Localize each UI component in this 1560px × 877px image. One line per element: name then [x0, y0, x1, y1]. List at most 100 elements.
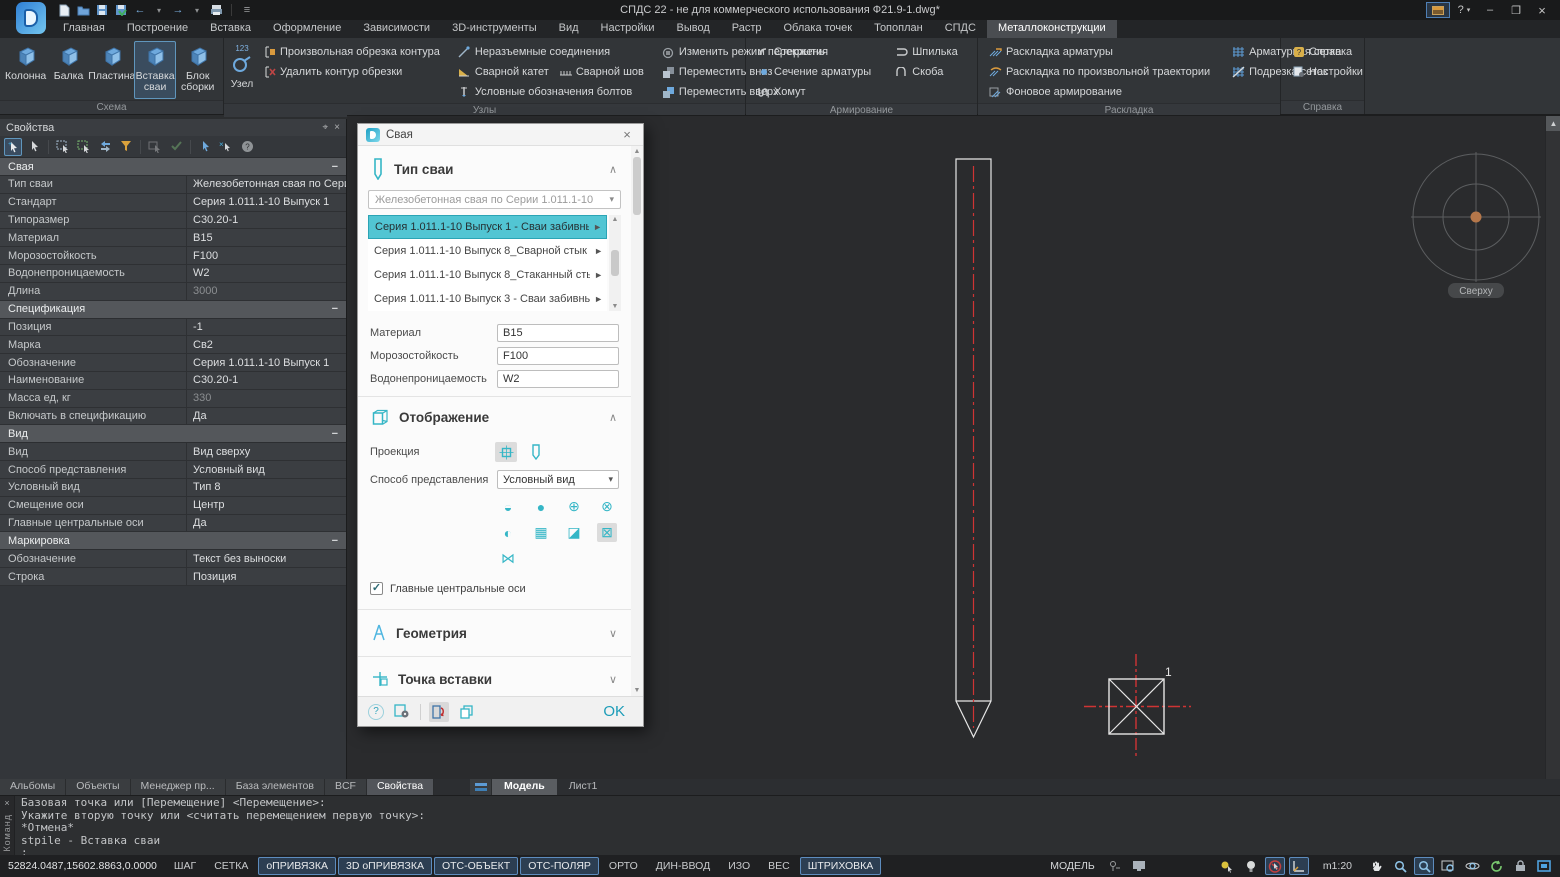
highlight-select-icon[interactable] [196, 138, 214, 156]
property-row[interactable]: Главные центральные осиДа [0, 515, 346, 533]
panel-tab[interactable]: BCF [325, 779, 367, 795]
symbol-type-button[interactable]: ⊗ [597, 497, 617, 516]
pan-hand-icon[interactable] [1366, 857, 1386, 875]
collapse-icon[interactable]: − [332, 161, 338, 173]
section-header-svaya[interactable]: Свая− [0, 158, 346, 176]
pin-icon[interactable]: ⌖ [323, 122, 329, 133]
sheet-list-icon[interactable] [470, 779, 492, 795]
clamp-button[interactable]: Скоба [890, 65, 948, 80]
pile-type-dropdown[interactable]: Железобетонная свая по Серии 1.011.1-10 … [368, 190, 621, 209]
dialog-field-input[interactable] [497, 370, 619, 388]
symbol-type-button[interactable]: ⋈ [498, 549, 518, 568]
ucs-icon[interactable] [1289, 857, 1309, 875]
expand-arrow-icon[interactable]: ► [590, 246, 603, 256]
representation-dropdown[interactable]: Условный вид ▾ [497, 470, 619, 489]
undo-dropdown-icon[interactable]: ▾ [151, 3, 167, 18]
ribbon-big-button[interactable]: Колонна [4, 41, 47, 99]
section-header-vid[interactable]: Вид− [0, 425, 346, 443]
list-scroll-down-icon[interactable]: ▼ [612, 303, 619, 310]
panel-tab[interactable]: Менеджер пр... [131, 779, 226, 795]
symbol-type-button[interactable]: ● [531, 497, 551, 516]
stirrup-button[interactable]: Хомут [752, 85, 811, 100]
save-all-icon[interactable] [113, 3, 129, 18]
property-row[interactable]: Условный видТип 8 [0, 479, 346, 497]
apply-select-icon[interactable] [167, 138, 185, 156]
expand-chevron-icon[interactable]: ∨ [609, 673, 617, 686]
bolt-symbols-button[interactable]: Условные обозначения болтов [453, 85, 637, 100]
dialog-field-input[interactable] [497, 324, 619, 342]
pile-plan-marker[interactable]: 1 [1084, 654, 1191, 759]
property-row[interactable]: МатериалB15 [0, 229, 346, 247]
redo-icon[interactable]: → [170, 3, 186, 18]
section-header-markirovka[interactable]: Маркировка− [0, 532, 346, 550]
print-icon[interactable] [208, 3, 224, 18]
ribbon-tab[interactable]: Вывод [665, 20, 720, 38]
pile-series-item[interactable]: Серия 1.011.1-10 Выпуск 8_Стаканный стык… [368, 263, 607, 287]
insert-mode-icon[interactable] [429, 702, 449, 722]
section-display[interactable]: Отображение ∧ [358, 397, 631, 434]
copy-properties-icon[interactable] [457, 702, 477, 722]
ribbon-tab[interactable]: Настройки [590, 20, 666, 38]
settings-button[interactable]: Настройки [1287, 65, 1368, 80]
status-toggle[interactable]: ОРТО [601, 857, 646, 875]
property-row[interactable]: ВидВид сверху [0, 443, 346, 461]
delete-trim-contour-button[interactable]: Удалить контур обрезки [258, 65, 407, 80]
projection-elevation-button[interactable] [525, 442, 547, 462]
pointer-select-icon[interactable] [25, 138, 43, 156]
collapse-icon[interactable]: − [332, 535, 338, 547]
dialog-scroll-up-icon[interactable]: ▲ [634, 148, 641, 155]
property-row[interactable]: МорозостойкостьF100 [0, 247, 346, 265]
property-row[interactable]: ТипоразмерС30.20-1 [0, 212, 346, 230]
symbol-type-button[interactable]: ▦ [531, 523, 551, 542]
status-toggle[interactable]: ОТС-ПОЛЯР [520, 857, 599, 875]
background-reinforcement-button[interactable]: Фоновое армирование [984, 85, 1127, 100]
symbol-type-button[interactable]: ⊕ [564, 497, 584, 516]
dialog-close-icon[interactable]: × [619, 127, 635, 142]
orbit-icon[interactable] [1462, 857, 1482, 875]
property-row[interactable]: Масса ед, кг330 [0, 390, 346, 408]
property-row[interactable]: Способ представленияУсловный вид [0, 461, 346, 479]
property-row[interactable]: Включать в спецификациюДа [0, 408, 346, 426]
checkbox-checked-icon[interactable]: ✓ [370, 582, 383, 595]
property-row[interactable]: Смещение осиЦентр [0, 497, 346, 515]
fullscreen-icon[interactable] [1534, 857, 1554, 875]
undo-icon[interactable]: ← [132, 3, 148, 18]
zoom-window-icon[interactable] [1414, 857, 1434, 875]
property-row[interactable]: Длина3000 [0, 283, 346, 301]
rebar-section-button[interactable]: Сечение арматуры [752, 65, 876, 80]
ribbon-tab[interactable]: Растр [721, 20, 773, 38]
ribbon-tab[interactable]: СПДС [934, 20, 987, 38]
expand-arrow-icon[interactable]: ► [589, 222, 602, 232]
new-file-icon[interactable] [56, 3, 72, 18]
ribbon-tab[interactable]: 3D-инструменты [441, 20, 548, 38]
ribbon-tab[interactable]: Металлоконструкции [987, 20, 1117, 38]
list-scroll-up-icon[interactable]: ▲ [612, 216, 619, 223]
ribbon-tab[interactable]: Построение [116, 20, 199, 38]
ribbon-tab[interactable]: Вставка [199, 20, 262, 38]
view-navigation-widget[interactable]: Сверху [1411, 152, 1541, 298]
zoom-icon[interactable] [1390, 857, 1410, 875]
lighting-cursor-icon[interactable] [1217, 857, 1237, 875]
weld-seam-button[interactable]: Сварной шов [554, 65, 649, 80]
crossing-select-icon[interactable] [75, 138, 93, 156]
property-row[interactable]: Позиция-1 [0, 319, 346, 337]
status-toggle[interactable]: ШАГ [166, 857, 204, 875]
qat-customize-icon[interactable]: ≡ [239, 3, 255, 18]
model-space-label[interactable]: МОДЕЛЬ [1044, 860, 1101, 872]
arbitrary-contour-trim-button[interactable]: Произвольная обрезка контура [258, 45, 445, 60]
ribbon-big-button[interactable]: Пластина [90, 41, 134, 99]
expand-chevron-icon[interactable]: ∨ [609, 627, 617, 640]
panel-tab[interactable]: Альбомы [0, 779, 66, 795]
pile-series-item[interactable]: Серия 1.011.1-10 Выпуск 1 - Сваи забивны… [368, 215, 607, 239]
permanent-joints-button[interactable]: Неразъемные соединения [453, 45, 615, 60]
regen-icon[interactable] [1486, 857, 1506, 875]
list-scrollbar[interactable]: ▲ ▼ [609, 215, 621, 311]
status-toggle[interactable]: 3D оПРИВЯЗКА [338, 857, 432, 875]
collapse-chevron-icon[interactable]: ∧ [609, 163, 617, 176]
clear-selection-icon[interactable]: × [217, 138, 235, 156]
property-row[interactable]: СтандартСерия 1.011.1-10 Выпуск 1 [0, 194, 346, 212]
ribbon-tab[interactable]: Зависимости [352, 20, 441, 38]
section-pile-type[interactable]: Тип сваи ∧ [358, 146, 631, 188]
dialog-scroll-down-icon[interactable]: ▼ [634, 687, 641, 694]
status-toggle[interactable]: СЕТКА [206, 857, 256, 875]
